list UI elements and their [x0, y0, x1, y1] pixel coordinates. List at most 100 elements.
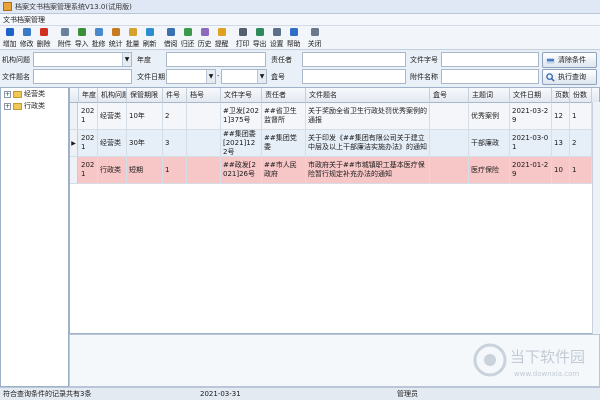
table-cell[interactable] [187, 103, 221, 129]
toolbar-button-17[interactable]: 关闭 [306, 26, 323, 49]
table-cell[interactable]: 短期 [127, 157, 163, 183]
date-from-select[interactable]: ▼ [166, 69, 216, 84]
row-selector[interactable] [70, 103, 78, 129]
toolbar-button-2[interactable]: 删除 [35, 26, 52, 49]
column-header[interactable]: 盒号 [430, 88, 469, 103]
table-cell[interactable]: 10年 [127, 103, 163, 129]
toolbar-button-14[interactable]: 导出 [251, 26, 268, 49]
table-scrollbar[interactable] [592, 102, 600, 334]
toolbar-button-16[interactable]: 帮助 [285, 26, 302, 49]
column-header[interactable]: 文件字号 [221, 88, 262, 103]
table-cell[interactable]: 2021-03-29 [510, 103, 552, 129]
table-cell[interactable]: 经营类 [98, 130, 127, 156]
table-cell[interactable]: 1 [570, 103, 592, 129]
table-cell[interactable]: 2021 [79, 103, 98, 129]
toolbar-button-15[interactable]: 设置 [268, 26, 285, 49]
tree-node[interactable]: + 经营类 [1, 88, 68, 100]
table-cell[interactable]: 2 [570, 130, 592, 156]
docno-input[interactable] [441, 52, 539, 67]
table-cell[interactable]: ##集团委[2021]122号 [221, 130, 262, 156]
table-cell[interactable]: 医疗保险 [469, 157, 510, 183]
table-cell[interactable]: 市政府关于##市城镇职工基本医疗保险暂行规定补充办法的通知 [306, 157, 430, 183]
date-to-select[interactable]: ▼ [221, 69, 267, 84]
table-cell[interactable]: 优秀案例 [469, 103, 510, 129]
table-cell[interactable]: 13 [552, 130, 570, 156]
status-bar: 符合查询条件的记录共有3条 2021-03-31 管理员 [0, 387, 600, 400]
toolbar-button-9[interactable]: 借阅 [162, 26, 179, 49]
table-cell[interactable]: 2021-03-01 [510, 130, 552, 156]
toolbar-button-5[interactable]: 批修 [90, 26, 107, 49]
org-select[interactable]: ▼ [33, 52, 132, 67]
column-header[interactable]: 档号 [187, 88, 221, 103]
expand-toggle[interactable]: + [4, 102, 11, 110]
attachment-input[interactable] [441, 69, 539, 84]
module-label[interactable]: 文书档案管理 [3, 15, 45, 25]
filename-input[interactable] [33, 69, 132, 84]
execute-query-button[interactable]: 执行查询 [542, 69, 597, 85]
table-cell[interactable]: ##省卫生监督所 [262, 103, 306, 129]
chevron-down-icon[interactable]: ▼ [122, 53, 131, 66]
table-cell[interactable]: 12 [552, 103, 570, 129]
table-cell[interactable]: 1 [570, 157, 592, 183]
table-cell[interactable]: ##集团党委 [262, 130, 306, 156]
table-cell[interactable]: 2021 [79, 157, 98, 183]
table-cell[interactable] [430, 130, 469, 156]
table-cell[interactable]: 3 [163, 130, 187, 156]
tree-node[interactable]: + 行政类 [1, 100, 68, 112]
chevron-down-icon[interactable]: ▼ [206, 70, 215, 83]
column-header[interactable]: 件号 [163, 88, 187, 103]
table-row[interactable]: 2021 行政类 短期 1 ##政发[2021]26号 ##市人民政府 市政府关于##市城镇… [70, 157, 599, 184]
expand-toggle[interactable]: + [4, 90, 11, 98]
table-cell[interactable] [430, 157, 469, 183]
table-cell[interactable]: ##市人民政府 [262, 157, 306, 183]
table-cell[interactable]: 关于奖励全省卫生行政处罚优秀案例的通报 [306, 103, 430, 129]
toolbar-button-13[interactable]: 打印 [234, 26, 251, 49]
table-cell[interactable]: 1 [163, 157, 187, 183]
toolbar-button-12[interactable]: 提醒 [213, 26, 230, 49]
column-header[interactable]: 机构问题 [98, 88, 127, 103]
table-cell[interactable]: 干部廉政 [469, 130, 510, 156]
year-input[interactable] [166, 52, 266, 67]
table-cell[interactable]: #卫发[2021]375号 [221, 103, 262, 129]
toolbar-button-6[interactable]: 统计 [107, 26, 124, 49]
table-cell[interactable]: 30年 [127, 130, 163, 156]
table-cell[interactable]: 经营类 [98, 103, 127, 129]
column-header[interactable]: 保管期限 [127, 88, 163, 103]
column-header[interactable]: 责任者 [262, 88, 306, 103]
toolbar-button-11[interactable]: 历史 [196, 26, 213, 49]
column-header[interactable]: 文件日期 [510, 88, 552, 103]
toolbar-button-label: 归还 [180, 40, 195, 48]
table-cell[interactable]: 2021 [79, 130, 98, 156]
responsible-input[interactable] [302, 52, 406, 67]
folder-icon [13, 90, 22, 98]
row-selector[interactable] [70, 157, 78, 183]
table-cell[interactable]: 关于印发《##集团有限公司关于建立中层及以上干部廉洁实施办法》的通知 [306, 130, 430, 156]
toolbar-button-7[interactable]: 批量 [124, 26, 141, 49]
column-header[interactable]: 文件题名 [306, 88, 430, 103]
chevron-down-icon[interactable]: ▼ [257, 70, 266, 83]
column-header[interactable]: 份数 [570, 88, 592, 103]
toolbar-button-1[interactable]: 修改 [18, 26, 35, 49]
column-header[interactable]: 年度 [79, 88, 98, 103]
row-selector[interactable]: ▶ [70, 130, 78, 156]
clear-conditions-button[interactable]: 清除条件 [542, 52, 597, 68]
table-cell[interactable]: 2 [163, 103, 187, 129]
print-icon [238, 28, 247, 36]
table-cell[interactable] [187, 157, 221, 183]
table-row[interactable]: ▶ 2021 经营类 30年 3 ##集团委[2021]122号 ##集团党委 关于印发《##… [70, 130, 599, 157]
table-cell[interactable]: 2021-01-29 [510, 157, 552, 183]
table-cell[interactable]: 10 [552, 157, 570, 183]
table-row[interactable]: 2021 经营类 10年 2 #卫发[2021]375号 ##省卫生监督所 关于奖励全省卫生… [70, 103, 599, 130]
table-cell[interactable] [430, 103, 469, 129]
toolbar-button-3[interactable]: 附件 [56, 26, 73, 49]
table-cell[interactable] [187, 130, 221, 156]
toolbar-button-0[interactable]: 增加 [1, 26, 18, 49]
table-cell[interactable]: ##政发[2021]26号 [221, 157, 262, 183]
toolbar-button-8[interactable]: 刷新 [141, 26, 158, 49]
table-cell[interactable]: 行政类 [98, 157, 127, 183]
column-header[interactable]: 主题词 [469, 88, 510, 103]
toolbar-button-10[interactable]: 归还 [179, 26, 196, 49]
column-header[interactable]: 页数 [552, 88, 570, 103]
box-input[interactable] [302, 69, 406, 84]
toolbar-button-4[interactable]: 导入 [73, 26, 90, 49]
